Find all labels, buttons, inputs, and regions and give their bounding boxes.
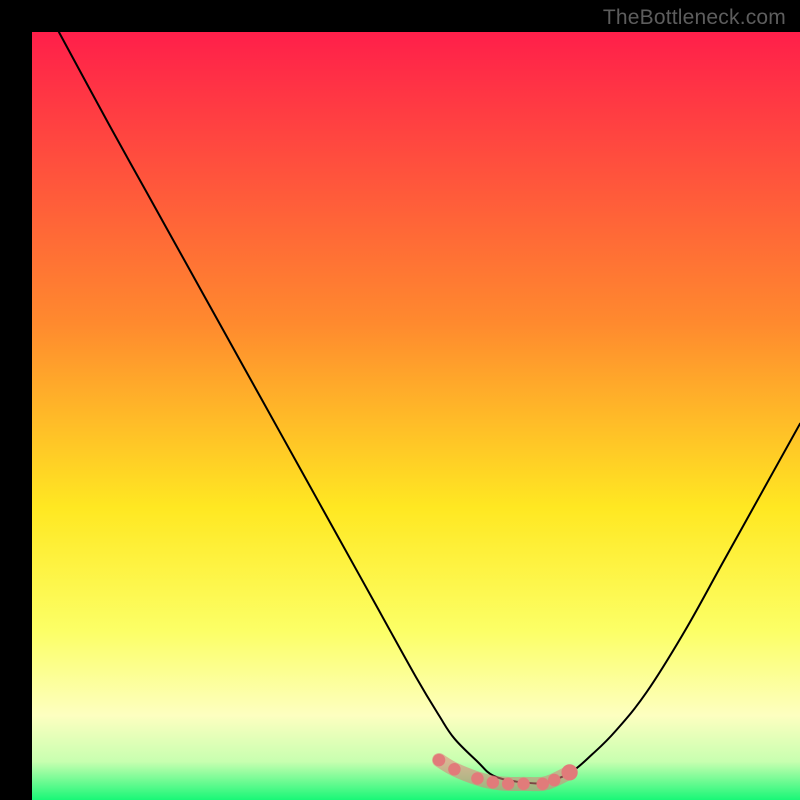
chart-svg xyxy=(0,0,800,800)
watermark-text: TheBottleneck.com xyxy=(603,6,786,30)
marker-dot xyxy=(517,778,530,791)
marker-dot xyxy=(548,774,561,787)
marker-dot xyxy=(433,754,446,767)
marker-dot xyxy=(536,778,549,791)
plot-background xyxy=(32,32,800,800)
marker-dot xyxy=(561,764,577,780)
marker-dot xyxy=(448,763,461,776)
marker-dot xyxy=(487,776,500,789)
chart-container: TheBottleneck.com xyxy=(0,0,800,800)
marker-dot xyxy=(471,772,484,785)
marker-dot xyxy=(502,778,515,791)
